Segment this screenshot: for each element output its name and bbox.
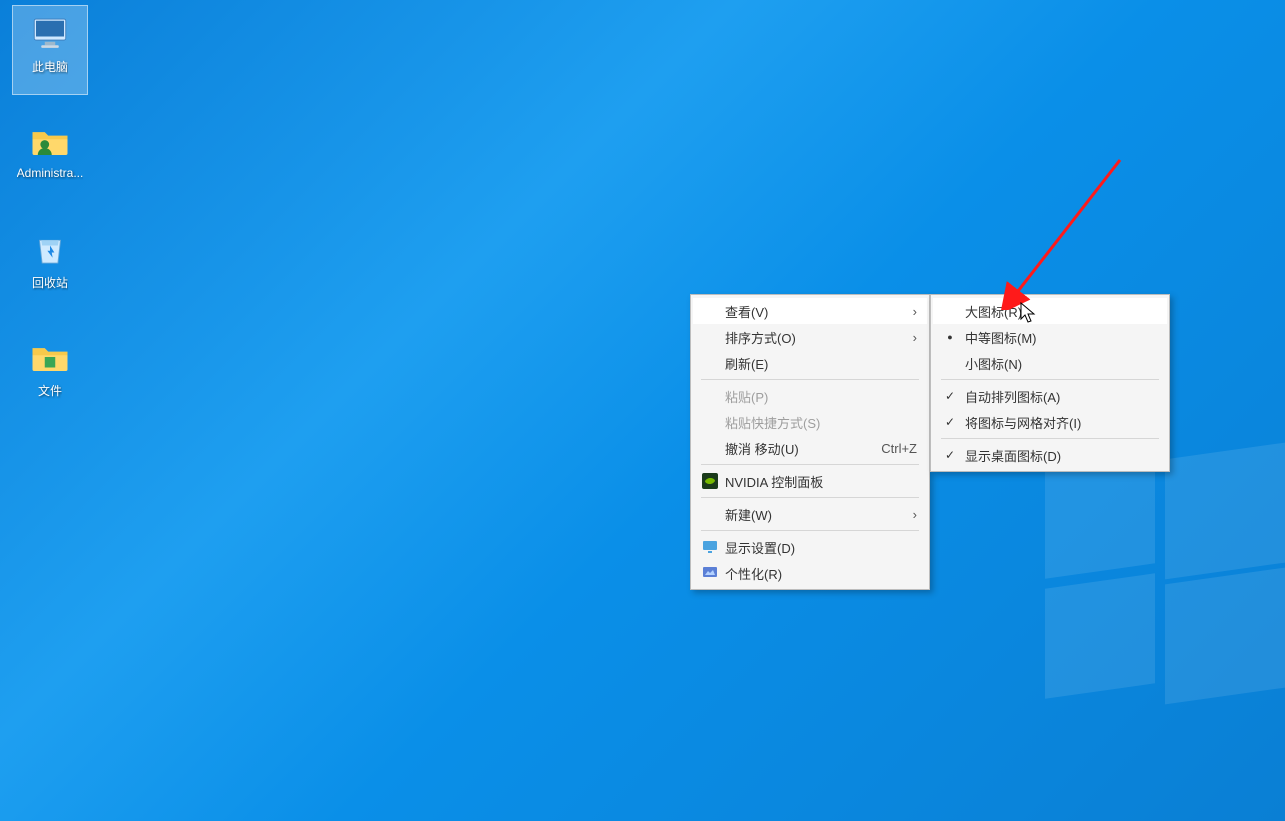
menu-item-view[interactable]: 查看(V) › [693,298,927,324]
desktop-icon-label: 文件 [38,382,62,399]
display-settings-icon [699,539,721,555]
menu-item-label: 大图标(R) [961,302,1157,321]
menu-separator [701,379,919,380]
personalize-icon [699,565,721,581]
desktop-icon-this-pc[interactable]: 此电脑 [12,5,88,95]
menu-item-label: 排序方式(O) [721,328,905,347]
menu-item-display-settings[interactable]: 显示设置(D) [693,534,927,560]
menu-item-label: NVIDIA 控制面板 [721,472,917,491]
menu-item-undo[interactable]: 撤消 移动(U) Ctrl+Z [693,435,927,461]
menu-item-personalize[interactable]: 个性化(R) [693,560,927,586]
submenu-item-large-icons[interactable]: 大图标(R) [933,298,1167,324]
recycle-bin-icon [29,228,71,270]
menu-item-label: 撤消 移动(U) [721,439,861,458]
menu-separator [701,497,919,498]
menu-item-label: 中等图标(M) [961,328,1157,347]
menu-item-label: 将图标与网格对齐(I) [961,413,1157,432]
menu-item-label: 新建(W) [721,505,905,524]
annotation-arrow [1000,150,1140,310]
menu-item-paste-shortcut: 粘贴快捷方式(S) [693,409,927,435]
desktop-icon-recycle-bin[interactable]: 回收站 [12,221,88,311]
menu-separator [701,530,919,531]
chevron-right-icon: › [905,507,917,522]
chevron-right-icon: › [905,330,917,345]
menu-item-refresh[interactable]: 刷新(E) [693,350,927,376]
menu-separator [701,464,919,465]
desktop-icons-column: 此电脑 Administra... 回收站 [12,5,92,437]
menu-item-label: 查看(V) [721,302,905,321]
menu-item-paste: 粘贴(P) [693,383,927,409]
menu-item-label: 个性化(R) [721,564,917,583]
desktop-icon-label: Administra... [17,166,84,180]
menu-item-label: 自动排列图标(A) [961,387,1157,406]
chevron-right-icon: › [905,304,917,319]
desktop-icon-folder[interactable]: 文件 [12,329,88,419]
folder-icon [29,336,71,378]
menu-item-label: 粘贴快捷方式(S) [721,413,917,432]
menu-item-sort[interactable]: 排序方式(O) › [693,324,927,350]
menu-item-label: 粘贴(P) [721,387,917,406]
menu-item-label: 小图标(N) [961,354,1157,373]
windows-logo-watermark [1045,461,1285,701]
desktop-icon-label: 回收站 [32,274,68,291]
check-icon [939,389,961,403]
check-icon [939,448,961,462]
menu-separator [941,379,1159,380]
submenu-item-auto-arrange[interactable]: 自动排列图标(A) [933,383,1167,409]
menu-item-label: 显示桌面图标(D) [961,446,1157,465]
menu-item-label: 刷新(E) [721,354,917,373]
desktop-icon-label: 此电脑 [32,58,68,75]
submenu-item-align-grid[interactable]: 将图标与网格对齐(I) [933,409,1167,435]
menu-item-shortcut: Ctrl+Z [861,441,917,456]
user-folder-icon [29,120,71,162]
view-submenu: 大图标(R) 中等图标(M) 小图标(N) 自动排列图标(A) 将图标与网格对齐… [930,294,1170,472]
check-icon [939,415,961,429]
radio-dot-icon [939,332,961,342]
submenu-item-small-icons[interactable]: 小图标(N) [933,350,1167,376]
desktop-context-menu: 查看(V) › 排序方式(O) › 刷新(E) 粘贴(P) 粘贴快捷方式(S) … [690,294,930,590]
menu-item-nvidia[interactable]: NVIDIA 控制面板 [693,468,927,494]
submenu-item-show-desktop-icons[interactable]: 显示桌面图标(D) [933,442,1167,468]
submenu-item-medium-icons[interactable]: 中等图标(M) [933,324,1167,350]
monitor-icon [29,12,71,54]
desktop-icon-user-home[interactable]: Administra... [12,113,88,203]
menu-item-new[interactable]: 新建(W) › [693,501,927,527]
menu-separator [941,438,1159,439]
menu-item-label: 显示设置(D) [721,538,917,557]
nvidia-icon [699,473,721,489]
